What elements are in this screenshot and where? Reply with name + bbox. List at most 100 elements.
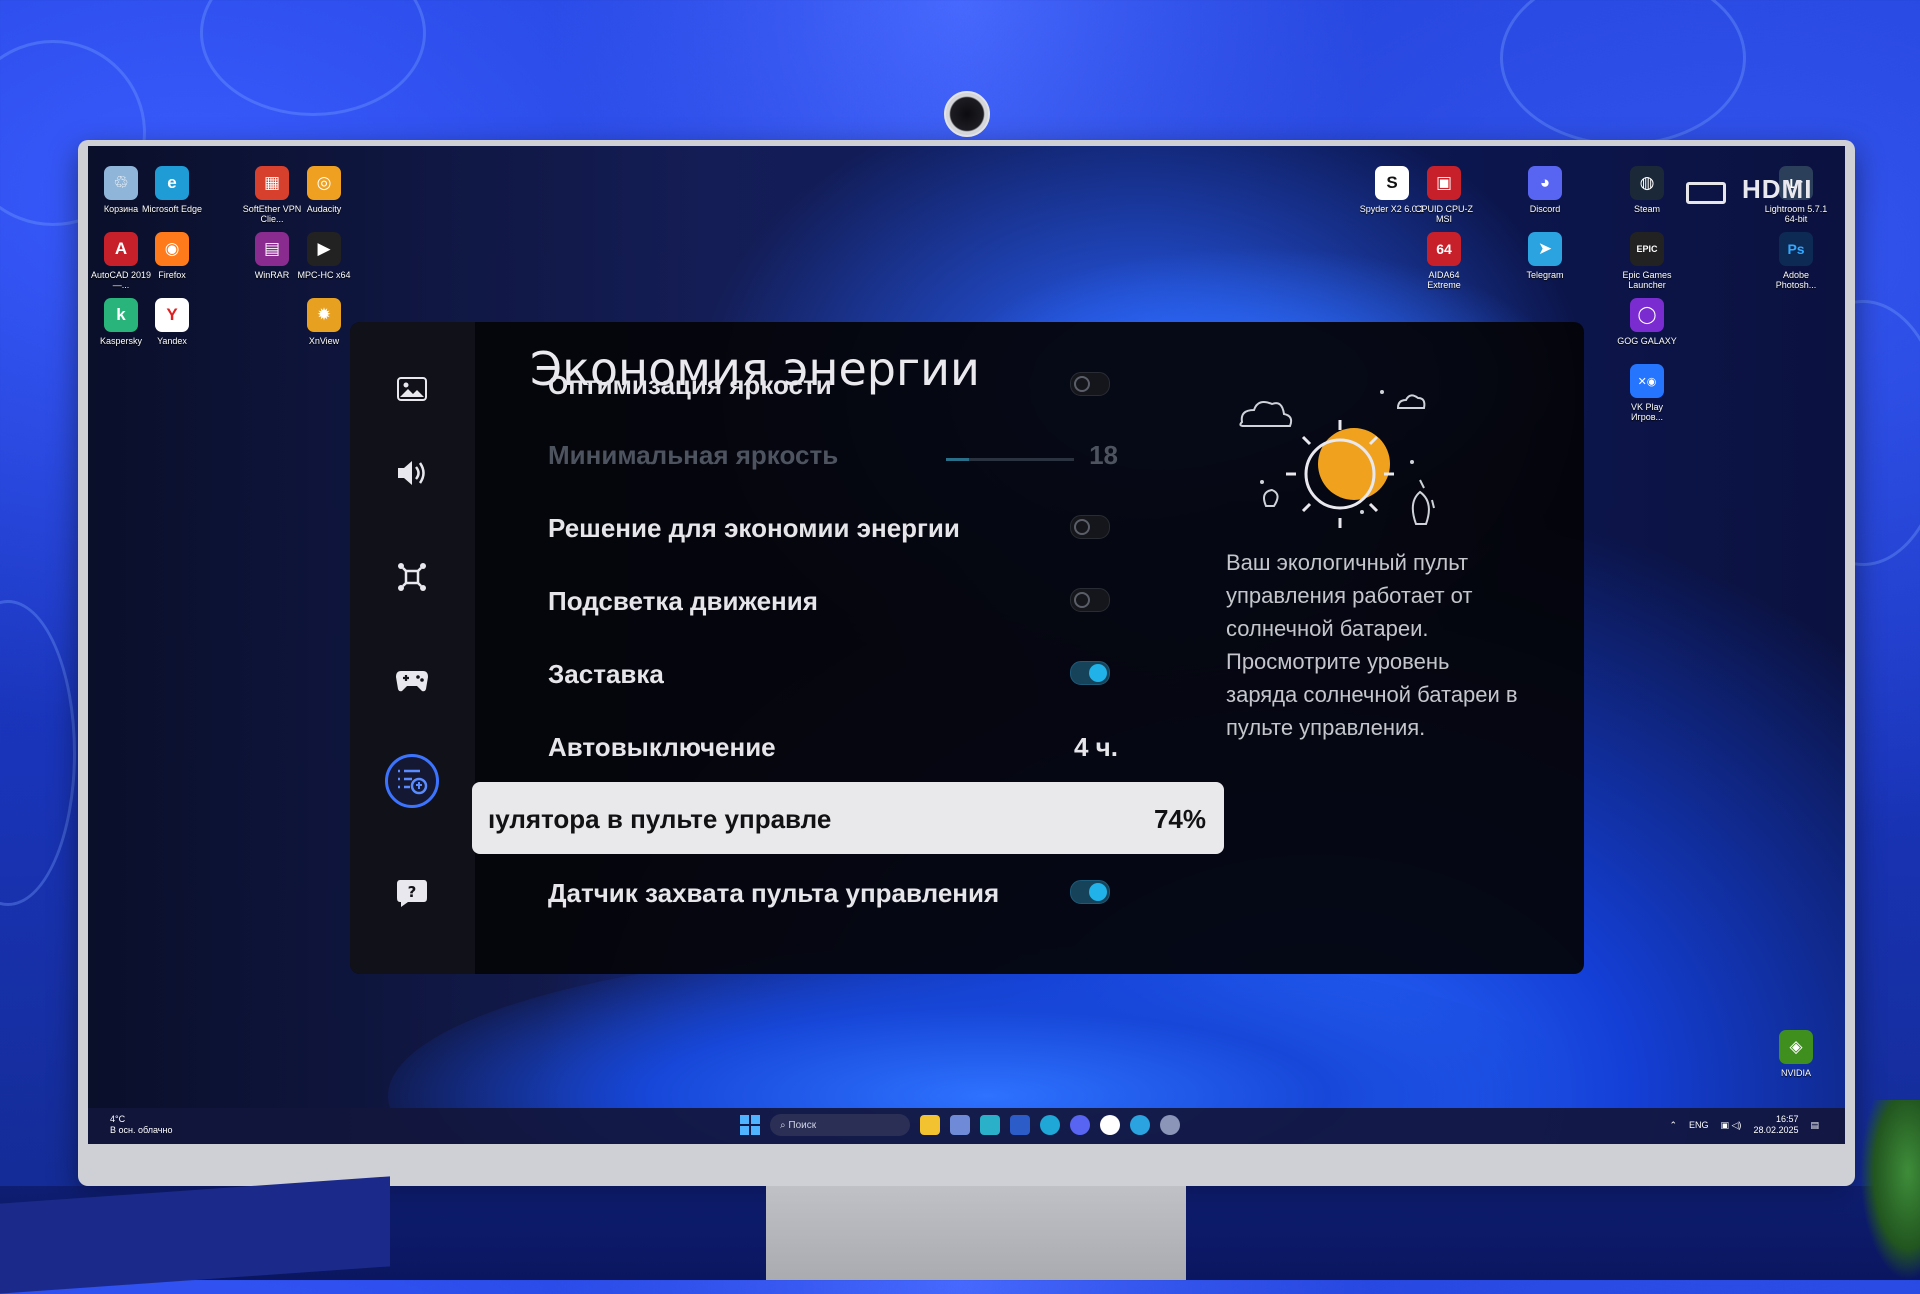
desktop-icon-label: Adobe Photosh... — [1775, 270, 1817, 290]
desktop-icon-nvidia[interactable]: ◈ NVIDIA — [1763, 1030, 1829, 1078]
search-placeholder: Поиск — [788, 1119, 817, 1131]
cpuz-icon: ▣ — [1427, 166, 1461, 200]
telegram-icon: ➤ — [1528, 232, 1562, 266]
desktop-icon-aida64[interactable]: 64 AIDA64 Extreme — [1411, 232, 1477, 290]
setting-label: Подсветка движения — [548, 586, 818, 616]
recycle-bin-icon: ♲ — [104, 166, 138, 200]
wallpaper-ornament — [200, 0, 426, 116]
connection-icon[interactable] — [385, 550, 439, 604]
setting-row-power-saving-solution[interactable]: Решение для экономии энергии — [510, 493, 1140, 559]
setting-label: ıулятора в пульте управле — [488, 804, 832, 834]
motion-lighting-toggle[interactable] — [1070, 588, 1110, 612]
desktop-icon-mpc-hc[interactable]: ▶ MPC-HC x64 — [291, 232, 357, 280]
clock-time: 16:57 — [1775, 1114, 1799, 1124]
autocad-icon: A — [104, 232, 138, 266]
audacity-icon: ◎ — [307, 166, 341, 200]
sound-icon[interactable] — [385, 446, 439, 500]
calculator-icon[interactable] — [950, 1115, 970, 1135]
setting-row-auto-power-off[interactable]: Автовыключение 4 ч. — [510, 712, 1140, 778]
setting-row-screensaver[interactable]: Заставка — [510, 639, 1140, 705]
gog-galaxy-icon: ◯ — [1630, 298, 1664, 332]
aida64-icon: 64 — [1427, 232, 1461, 266]
yandex-icon: Y — [155, 298, 189, 332]
discord-taskbar-icon[interactable] — [1070, 1115, 1090, 1135]
steam-icon: ◍ — [1630, 166, 1664, 200]
power-saving-toggle[interactable] — [1070, 515, 1110, 539]
nvidia-icon: ◈ — [1779, 1030, 1813, 1064]
desktop-icon-photoshop[interactable]: Ps Adobe Photosh... — [1763, 232, 1829, 290]
desktop-icon-cpuz[interactable]: ▣ CPUID CPU-Z MSI — [1411, 166, 1477, 224]
desktop-icon-epic[interactable]: EPIC Epic Games Launcher — [1614, 232, 1680, 290]
plant-decoration — [1860, 1100, 1920, 1280]
notepad-icon[interactable] — [980, 1115, 1000, 1135]
setting-row-remote-battery[interactable]: ıулятора в пульте управле 74% — [472, 782, 1224, 854]
picture-icon[interactable] — [385, 362, 439, 416]
desktop-icon-edge[interactable]: e Microsoft Edge — [139, 166, 205, 214]
kaspersky-icon: k — [104, 298, 138, 332]
start-button[interactable] — [740, 1115, 760, 1135]
settings-taskbar-icon[interactable] — [1160, 1115, 1180, 1135]
setting-label: Автовыключение — [548, 732, 776, 762]
support-icon[interactable]: ? — [385, 866, 439, 920]
desktop-icon-label: VK Play Игров... — [1630, 402, 1664, 422]
general-icon[interactable] — [385, 754, 439, 808]
desktop-icon-label: GOG GALAXY — [1617, 336, 1677, 346]
edge-icon: e — [155, 166, 189, 200]
desktop-icon-telegram[interactable]: ➤ Telegram — [1512, 232, 1578, 280]
epic-games-icon: EPIC — [1630, 232, 1664, 266]
desktop-icon-label: AIDA64 Extreme — [1427, 270, 1461, 290]
desktop-icon-label: Epic Games Launcher — [1622, 270, 1672, 290]
desktop-icon-label: CPUID CPU-Z MSI — [1415, 204, 1473, 224]
search-icon: ⌕ — [780, 1119, 789, 1131]
taskbar-apps: ⌕ Поиск — [740, 1114, 1180, 1136]
settings-list: Оптимизация яркости Минимальная яркость … — [472, 370, 1224, 972]
setting-row-motion-lighting[interactable]: Подсветка движения — [510, 566, 1140, 632]
desktop-icon-label: XnView — [308, 336, 340, 346]
screensaver-toggle[interactable] — [1070, 661, 1110, 685]
chevron-up-icon[interactable]: ⌃ — [1669, 1120, 1677, 1131]
photoshop-icon: Ps — [1779, 232, 1813, 266]
desktop-icon-xnview[interactable]: ✹ XnView — [291, 298, 357, 346]
setting-row-remote-grip-sensor[interactable]: Датчик захвата пульта управления — [510, 858, 1140, 924]
desktop-icon-label: Audacity — [306, 204, 342, 214]
desktop-icon-audacity[interactable]: ◎ Audacity — [291, 166, 357, 214]
svg-text:?: ? — [408, 883, 417, 901]
setting-label: Минимальная яркость — [548, 440, 839, 470]
setting-label: Датчик захвата пульта управления — [548, 878, 1000, 908]
setting-label: Оптимизация яркости — [548, 370, 832, 400]
system-tray: ⌃ ENG ▣ ◁) 16:57 28.02.2025 ▤ — [1669, 1114, 1819, 1136]
weather-desc: В осн. облачно — [110, 1125, 173, 1135]
desktop-icon-yandex[interactable]: Y Yandex — [139, 298, 205, 346]
network-volume-icon[interactable]: ▣ ◁) — [1721, 1120, 1742, 1131]
brightness-optimization-toggle[interactable] — [1070, 372, 1110, 396]
setting-row-brightness-optimization[interactable]: Оптимизация яркости — [510, 362, 1140, 402]
monitor-stand — [766, 1186, 1186, 1280]
webcam — [944, 91, 990, 137]
desktop-icon-gog[interactable]: ◯ GOG GALAXY — [1614, 298, 1680, 346]
desktop-icon-vkplay[interactable]: ✕◉ VK Play Игров... — [1614, 364, 1680, 422]
hdmi-label: HDMI — [1742, 174, 1813, 204]
desktop-icon-label: NVIDIA — [1780, 1068, 1811, 1078]
grip-sensor-toggle[interactable] — [1070, 880, 1110, 904]
weather-widget[interactable]: 4°C В осн. облачно — [110, 1114, 172, 1136]
edge-taskbar-icon[interactable] — [1040, 1115, 1060, 1135]
language-indicator[interactable]: ENG — [1689, 1120, 1709, 1130]
desktop-icon-steam[interactable]: ◍ Steam — [1614, 166, 1680, 214]
setting-label: Решение для экономии энергии — [548, 513, 960, 543]
desktop-icon-discord[interactable]: ◕ Discord — [1512, 166, 1578, 214]
setting-label: Заставка — [548, 659, 664, 689]
spyder-icon: S — [1375, 166, 1409, 200]
desktop-icon-label: Discord — [1529, 204, 1561, 214]
hdmi-port-icon — [1686, 182, 1726, 204]
setting-row-min-brightness: Минимальная яркость 18 — [510, 420, 1140, 486]
word-icon[interactable] — [1010, 1115, 1030, 1135]
yandex-taskbar-icon[interactable] — [1100, 1115, 1120, 1135]
notification-icon[interactable]: ▤ — [1810, 1120, 1819, 1131]
clock[interactable]: 16:57 28.02.2025 — [1753, 1114, 1798, 1136]
telegram-taskbar-icon[interactable] — [1130, 1115, 1150, 1135]
game-icon[interactable] — [385, 654, 439, 708]
taskbar-search[interactable]: ⌕ Поиск — [770, 1114, 910, 1136]
slider-fill — [946, 458, 970, 461]
desktop-icon-firefox[interactable]: ◉ Firefox — [139, 232, 205, 280]
file-explorer-icon[interactable] — [920, 1115, 940, 1135]
